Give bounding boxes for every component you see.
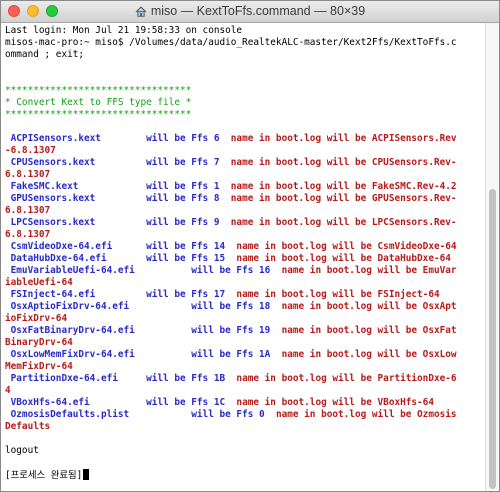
terminal-text: name in boot.log will be Ozmosis [275,409,457,420]
vertical-scrollbar[interactable] [485,23,499,491]
terminal-line: ********************************* [5,109,485,121]
terminal-text: ********************************* [5,109,192,120]
terminal-line: LPCSensors.kext will be Ffs 9 name in bo… [5,217,485,229]
terminal-text: OsxFatBinaryDrv-64.efi will be Ffs 19 [5,325,282,336]
terminal-text: ********************************* [5,85,192,96]
terminal-text: BinaryDrv-64 [5,337,73,348]
terminal-line: 6.8.1307 [5,229,485,241]
terminal-line: 4 [5,385,485,397]
terminal-text: name in boot.log will be FakeSMC.Rev-4.2 [230,181,457,192]
terminal-line: FakeSMC.kext will be Ffs 1 name in boot.… [5,181,485,193]
terminal-line: GPUSensors.kext will be Ffs 8 name in bo… [5,193,485,205]
terminal-text: OsxAptioFixDrv-64.efi will be Ffs 18 [5,301,282,312]
terminal-line: PartitionDxe-64.efi will be Ffs 1B name … [5,373,485,385]
terminal-line: ommand ; exit; [5,49,485,61]
terminal-text: name in boot.log will be LPCSensors.Rev- [230,217,457,228]
terminal-line: [프로세스 완료됨] [5,469,485,481]
terminal-line: 6.8.1307 [5,205,485,217]
terminal-text: CsmVideoDxe-64.efi will be Ffs 14 [5,241,237,252]
terminal-output[interactable]: Last login: Mon Jul 21 19:58:33 on conso… [1,23,485,491]
terminal-line: -6.8.1307 [5,145,485,157]
terminal-text: name in boot.log will be PartitionDxe-6 [236,373,457,384]
terminal-text: name in boot.log will be OsxLow [281,349,457,360]
terminal-text: GPUSensors.kext will be Ffs 8 [5,193,231,204]
terminal-text: -6.8.1307 [5,145,56,156]
text-cursor [83,469,90,480]
window-title-container: miso — KextToFfs.command — 80×39 [1,4,499,20]
terminal-text: name in boot.log will be CsmVideoDxe-64 [236,241,457,252]
terminal-line: VBoxHfs-64.efi will be Ffs 1C name in bo… [5,397,485,409]
terminal-line: EmuVariableUefi-64.efi will be Ffs 16 na… [5,265,485,277]
terminal-line: logout [5,445,485,457]
terminal-line: OsxAptioFixDrv-64.efi will be Ffs 18 nam… [5,301,485,313]
terminal-text: ommand ; exit; [5,49,85,60]
terminal-text: logout [5,445,39,456]
terminal-line: MemFixDrv-64 [5,361,485,373]
terminal-line: OzmosisDefaults.plist will be Ffs 0 name… [5,409,485,421]
terminal-text: OzmosisDefaults.plist will be Ffs 0 [5,409,276,420]
terminal-text: DataHubDxe-64.efi will be Ffs 15 [5,253,237,264]
terminal-line: ACPISensors.kext will be Ffs 6 name in b… [5,133,485,145]
terminal-text: 6.8.1307 [5,205,51,216]
terminal-text: ioFixDrv-64 [5,313,68,324]
terminal-text: name in boot.log will be DataHubDxe-64 [236,253,451,264]
terminal-line: CsmVideoDxe-64.efi will be Ffs 14 name i… [5,241,485,253]
terminal-text: VBoxHfs-64.efi will be Ffs 1C [5,397,237,408]
terminal-text: 6.8.1307 [5,169,51,180]
terminal-text: 6.8.1307 [5,229,51,240]
terminal-text: iableUefi-64 [5,277,73,288]
terminal-line: Defaults [5,421,485,433]
title-bar[interactable]: miso — KextToFfs.command — 80×39 [1,1,499,23]
terminal-text: misos-mac-pro:~ miso$ /Volumes/data/audi… [5,37,457,48]
terminal-line: 6.8.1307 [5,169,485,181]
terminal-text: LPCSensors.kext will be Ffs 9 [5,217,231,228]
terminal-text: Defaults [5,421,51,432]
terminal-text: name in boot.log will be OsxFat [281,325,457,336]
terminal-line: ioFixDrv-64 [5,313,485,325]
terminal-line: * Convert Kext to FFS type file * [5,97,485,109]
terminal-text: Last login: Mon Jul 21 19:58:33 on conso… [5,25,243,36]
terminal-text: name in boot.log will be FSInject-64 [236,289,440,300]
home-folder-icon [135,6,147,20]
terminal-text: FakeSMC.kext will be Ffs 1 [5,181,231,192]
terminal-text: name in boot.log will be VBoxHfs-64 [236,397,434,408]
terminal-line: misos-mac-pro:~ miso$ /Volumes/data/audi… [5,37,485,49]
terminal-text: * Convert Kext to FFS type file * [5,97,192,108]
terminal-line: CPUSensors.kext will be Ffs 7 name in bo… [5,157,485,169]
terminal-line: ********************************* [5,85,485,97]
terminal-text: name in boot.log will be ACPISensors.Rev [230,133,457,144]
scrollbar-thumb[interactable] [489,189,496,489]
terminal-text: PartitionDxe-64.efi will be Ffs 1B [5,373,237,384]
terminal-text: 4 [5,385,11,396]
terminal-window: miso — KextToFfs.command — 80×39 Last lo… [0,0,500,492]
terminal-text: MemFixDrv-64 [5,361,73,372]
terminal-line: Last login: Mon Jul 21 19:58:33 on conso… [5,25,485,37]
window-title: miso — KextToFfs.command — 80×39 [150,4,366,18]
terminal-text: name in boot.log will be CPUSensors.Rev- [230,157,457,168]
terminal-line: FSInject-64.efi will be Ffs 17 name in b… [5,289,485,301]
terminal-text: [프로세스 완료됨] [5,470,83,481]
terminal-text: name in boot.log will be OsxApt [281,301,457,312]
terminal-line: BinaryDrv-64 [5,337,485,349]
terminal-text: FSInject-64.efi will be Ffs 17 [5,289,237,300]
terminal-text: name in boot.log will be EmuVar [281,265,457,276]
terminal-text: ACPISensors.kext will be Ffs 6 [5,133,231,144]
terminal-line: iableUefi-64 [5,277,485,289]
terminal-line: DataHubDxe-64.efi will be Ffs 15 name in… [5,253,485,265]
terminal-text: name in boot.log will be GPUSensors.Rev- [230,193,457,204]
terminal-line: OsxLowMemFixDrv-64.efi will be Ffs 1A na… [5,349,485,361]
terminal-text: CPUSensors.kext will be Ffs 7 [5,157,231,168]
terminal-line: OsxFatBinaryDrv-64.efi will be Ffs 19 na… [5,325,485,337]
terminal-text: EmuVariableUefi-64.efi will be Ffs 16 [5,265,282,276]
terminal-text: OsxLowMemFixDrv-64.efi will be Ffs 1A [5,349,282,360]
